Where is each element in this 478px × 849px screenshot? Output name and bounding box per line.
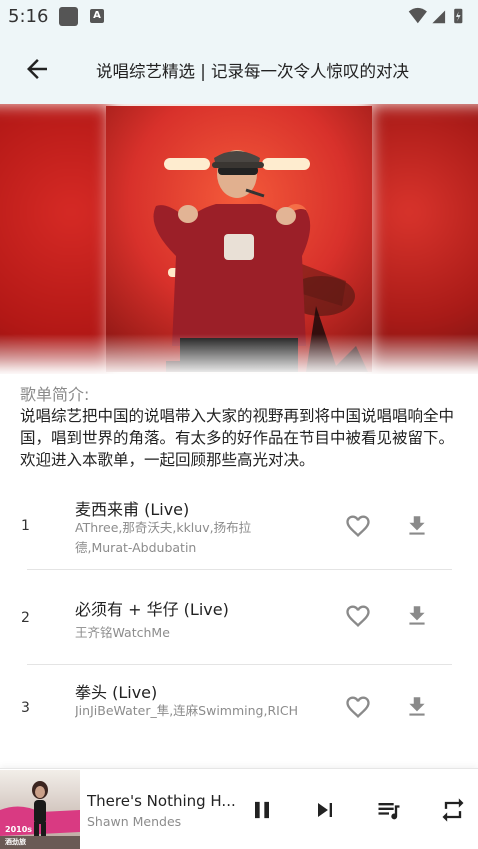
heart-outline-icon[interactable] (343, 602, 373, 630)
mini-player[interactable]: 2010s 酒劲旅 There's Nothing H... Shawn Men… (0, 768, 478, 849)
arrow-left-icon[interactable] (22, 54, 52, 84)
song-index: 2 (21, 610, 30, 626)
song-artist: 王齐铭WatchMe (75, 625, 170, 640)
cover-caption-line1: 2010s (5, 825, 32, 834)
status-bar: 5:16 A (0, 0, 478, 34)
square-notification-icon (59, 7, 78, 26)
page-title: 说唱综艺精选 | 记录每一次令人惊叹的对决 (96, 62, 410, 81)
wifi-icon (408, 7, 427, 24)
cover-caption-line2: 酒劲旅 (5, 837, 26, 846)
song-row[interactable]: 2 必须有 + 华仔 (Live) 王齐铭WatchMe (0, 572, 478, 668)
status-time: 5:16 (8, 6, 49, 27)
song-index: 3 (21, 700, 30, 716)
repeat-icon[interactable] (439, 796, 467, 824)
pause-icon[interactable] (248, 796, 276, 824)
skip-next-icon[interactable] (311, 796, 339, 824)
song-index: 1 (21, 518, 30, 534)
app-bar: 说唱综艺精选 | 记录每一次令人惊叹的对决 (0, 34, 478, 104)
intro-heading: 歌单简介: (20, 385, 90, 404)
playlist-hero (0, 104, 478, 374)
divider (27, 664, 452, 665)
now-playing-title: There's Nothing H... (87, 792, 236, 810)
song-title: 麦西来甫 (Live) (75, 500, 190, 519)
song-title: 拳头 (Live) (75, 683, 158, 702)
song-artist: JinJiBeWater_隼,连麻Swimming,RICH (75, 703, 298, 718)
divider (27, 569, 452, 570)
download-icon[interactable] (404, 693, 430, 721)
heart-outline-icon[interactable] (343, 693, 373, 721)
song-row[interactable]: 3 拳头 (Live) JinJiBeWater_隼,连麻Swimming,RI… (0, 667, 478, 763)
hero-fade (0, 334, 478, 374)
now-playing-artist: Shawn Mendes (87, 814, 182, 829)
queue-music-icon[interactable] (375, 796, 403, 824)
song-row[interactable]: 1 麦西来甫 (Live) AThree,那奇沃夫,kkluv,扬布拉德,Mur… (0, 478, 478, 574)
song-title: 必须有 + 华仔 (Live) (75, 600, 229, 619)
download-icon[interactable] (404, 602, 430, 630)
album-cover-image[interactable]: 2010s 酒劲旅 (0, 770, 80, 849)
signal-icon (432, 10, 446, 24)
download-icon[interactable] (404, 512, 430, 540)
status-icons (408, 7, 463, 24)
intro-text: 说唱综艺把中国的说唱带入大家的视野再到将中国说唱唱响全中国，唱到世界的角落。有太… (20, 407, 455, 469)
app-notification-icon: A (90, 9, 104, 23)
heart-outline-icon[interactable] (343, 512, 373, 540)
song-artist: AThree,那奇沃夫,kkluv,扬布拉德,Murat-Abdubatin (75, 520, 252, 555)
rapper-performing-image (106, 106, 372, 372)
